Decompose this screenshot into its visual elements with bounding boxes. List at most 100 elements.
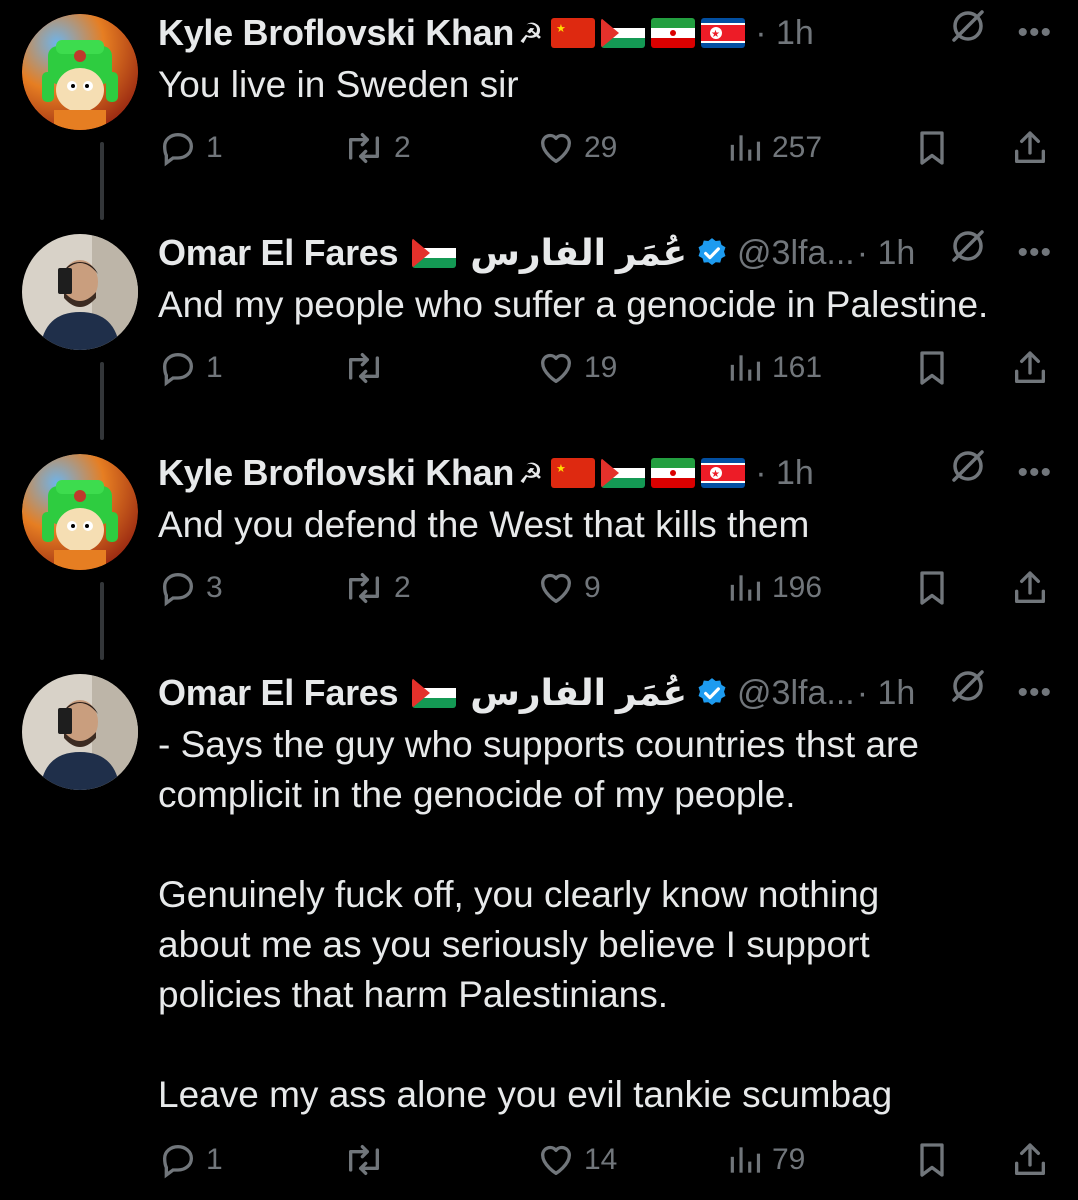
reply-button[interactable]: 1 [158, 128, 223, 168]
tweet-header: Omar El Fares عُمَر الفارس @3lfa... · 1h [158, 228, 1058, 278]
reply-button[interactable]: 1 [158, 348, 223, 388]
grok-icon[interactable] [948, 666, 988, 711]
like-count: 29 [584, 131, 618, 164]
repost-button[interactable]: 2 [342, 568, 411, 608]
tweet[interactable]: Omar El Fares عُمَر الفارس @3lfa... · 1h… [0, 220, 1078, 440]
user-handle[interactable]: @3lfa... [737, 234, 855, 273]
bookmark-icon [920, 1143, 944, 1177]
flag-emojis: ★ ★ [551, 18, 746, 48]
like-count: 14 [584, 1143, 618, 1176]
palestine-flag-icon [601, 18, 646, 48]
reply-count: 1 [206, 131, 223, 164]
arabic-name: عُمَر الفارس [470, 672, 688, 713]
display-name[interactable]: Kyle Broflovski Khan [158, 12, 514, 54]
repost-icon [348, 573, 379, 603]
reply-button[interactable]: 1 [158, 1140, 223, 1180]
share-button[interactable] [1010, 568, 1050, 608]
avatar[interactable] [22, 234, 138, 350]
reply-button[interactable]: 3 [158, 568, 223, 608]
palestine-flag-icon [412, 678, 457, 708]
timestamp[interactable]: · 1h [857, 674, 916, 713]
bookmark-button[interactable] [912, 568, 952, 608]
display-name[interactable]: Kyle Broflovski Khan [158, 452, 514, 494]
views-button[interactable]: 161 [726, 348, 822, 388]
timestamp[interactable]: · 1h [755, 14, 814, 53]
share-button[interactable] [1010, 1140, 1050, 1180]
bookmark-icon [920, 351, 944, 385]
more-icon[interactable]: ••• [1017, 16, 1052, 50]
repost-button[interactable] [342, 348, 394, 388]
iran-flag-icon [651, 18, 696, 48]
views-button[interactable]: 196 [726, 568, 822, 608]
share-button[interactable] [1010, 348, 1050, 388]
verified-badge-icon[interactable] [695, 676, 729, 710]
tweet-line: You live in Sweden sir [158, 64, 519, 105]
bookmark-button[interactable] [912, 1140, 952, 1180]
grok-icon[interactable] [948, 446, 988, 491]
tweet-text: And you defend the West that kills them [158, 500, 1058, 550]
avatar[interactable] [22, 14, 138, 130]
grok-icon[interactable] [948, 6, 988, 51]
user-handle[interactable]: @3lfa... [737, 674, 855, 713]
grok-icon[interactable] [948, 226, 988, 271]
north-korea-flag-icon: ★ [701, 18, 746, 48]
tweet-line: complicit in the genocide of my people. [158, 774, 796, 815]
share-button[interactable] [1010, 128, 1050, 168]
timestamp[interactable]: · 1h [755, 454, 814, 493]
tweet-text: And my people who suffer a genocide in P… [158, 280, 1058, 330]
like-button[interactable]: 14 [536, 1140, 617, 1180]
bookmark-icon [920, 571, 944, 605]
reply-icon [162, 572, 194, 607]
avatar[interactable] [22, 674, 138, 790]
reply-count: 1 [206, 1143, 223, 1176]
tweet-line: And you defend the West that kills them [158, 504, 810, 545]
like-icon [541, 1145, 571, 1175]
reply-icon [162, 132, 194, 167]
svg-text:★: ★ [711, 469, 720, 480]
display-name[interactable]: Omar El Fares [158, 232, 399, 274]
reply-icon [162, 352, 194, 387]
hammer-sickle-emoji: ☭ [518, 17, 544, 49]
bookmark-button[interactable] [912, 128, 952, 168]
action-bar: 3 2 9 196 [158, 568, 1052, 612]
view-count: 257 [772, 131, 823, 164]
bookmark-button[interactable] [912, 348, 952, 388]
palestine-flag-icon [412, 238, 457, 268]
like-icon [541, 133, 571, 163]
repost-button[interactable]: 2 [342, 128, 411, 168]
tweet-line: And my people who suffer a genocide in P… [158, 284, 989, 325]
display-name[interactable]: Omar El Fares [158, 672, 399, 714]
verified-badge-icon[interactable] [695, 236, 729, 270]
tweet-text: - Says the guy who supports countries th… [158, 720, 1058, 1120]
like-button[interactable]: 9 [536, 568, 601, 608]
more-icon[interactable]: ••• [1017, 236, 1052, 270]
views-button[interactable]: 257 [726, 128, 822, 168]
reply-count: 3 [206, 571, 223, 604]
avatar[interactable] [22, 454, 138, 570]
thread-line [100, 582, 104, 660]
thread-line [100, 142, 104, 220]
share-icon [1015, 351, 1045, 383]
more-icon[interactable]: ••• [1017, 456, 1052, 490]
thread-line [100, 362, 104, 440]
views-button[interactable]: 79 [726, 1140, 805, 1180]
flag-emojis: ★ ★ [551, 458, 746, 488]
tweet[interactable]: Kyle Broflovski Khan ☭ ★ ★ · 1h ••• And … [0, 440, 1078, 660]
like-icon [541, 353, 571, 383]
repost-button[interactable] [342, 1140, 394, 1180]
share-icon [1015, 131, 1045, 163]
repost-count: 2 [394, 131, 411, 164]
tweet[interactable]: Omar El Fares عُمَر الفارس @3lfa... · 1h… [0, 660, 1078, 1200]
tweet-line: Genuinely fuck off, you clearly know not… [158, 874, 880, 915]
like-button[interactable]: 29 [536, 128, 617, 168]
repost-icon [348, 353, 379, 383]
timestamp[interactable]: · 1h [857, 234, 916, 273]
tweet-line: policies that harm Palestinians. [158, 974, 669, 1015]
tweet[interactable]: Kyle Broflovski Khan ☭ ★ ★ · 1h ••• You … [0, 0, 1078, 220]
like-button[interactable]: 19 [536, 348, 617, 388]
like-icon [541, 573, 571, 603]
more-icon[interactable]: ••• [1017, 676, 1052, 710]
china-flag-icon: ★ [551, 458, 596, 488]
repost-icon [348, 1145, 379, 1175]
bookmark-icon [920, 131, 944, 165]
